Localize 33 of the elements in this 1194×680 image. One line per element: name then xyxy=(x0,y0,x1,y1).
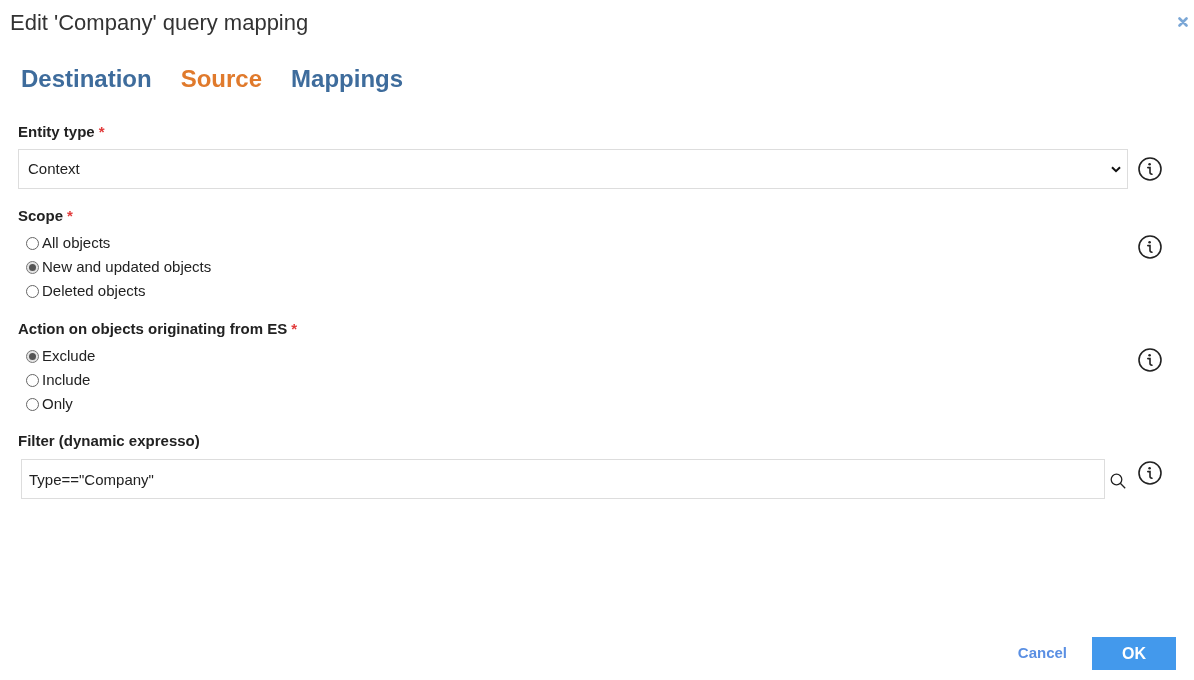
required-mark: * xyxy=(291,319,298,339)
required-mark: * xyxy=(67,206,73,226)
info-icon[interactable] xyxy=(1138,348,1162,372)
radio-option-label: All objects xyxy=(42,232,111,253)
radio-button[interactable] xyxy=(26,284,39,298)
radio-option-label: New and updated objects xyxy=(42,256,212,277)
info-icon[interactable] xyxy=(1138,461,1162,485)
radio-button[interactable] xyxy=(26,236,39,250)
field-label: Action on objects originating from ES xyxy=(18,319,288,339)
field-label: Scope xyxy=(18,206,63,226)
radio-option-label: Include xyxy=(42,369,91,390)
required-mark: * xyxy=(98,122,105,142)
ok-button[interactable]: OK xyxy=(1092,637,1176,670)
tab[interactable]: Mappings xyxy=(291,64,404,94)
search-icon[interactable] xyxy=(1110,472,1126,489)
tab[interactable]: Source xyxy=(180,64,263,94)
info-icon[interactable] xyxy=(1138,157,1162,181)
field-label: Filter (dynamic expresso) xyxy=(18,431,200,451)
entity-type-select[interactable]: Context xyxy=(18,149,1128,189)
chevron-down-icon xyxy=(1111,165,1121,173)
info-icon[interactable] xyxy=(1138,235,1162,259)
cancel-button[interactable]: Cancel xyxy=(1002,637,1082,670)
tab[interactable]: Destination xyxy=(21,64,152,94)
radio-button[interactable] xyxy=(26,349,39,363)
field-label: Entity type xyxy=(18,122,95,142)
radio-button[interactable] xyxy=(26,260,39,274)
radio-option-label: Only xyxy=(42,393,73,414)
radio-option-label: Exclude xyxy=(42,345,96,366)
radio-button[interactable] xyxy=(26,373,39,387)
filter-input-field[interactable]: Type=="Company" xyxy=(21,459,1105,499)
dialog-title: Edit 'Company' query mapping xyxy=(10,8,309,37)
radio-button[interactable] xyxy=(26,397,39,411)
radio-option-label: Deleted objects xyxy=(42,280,146,301)
